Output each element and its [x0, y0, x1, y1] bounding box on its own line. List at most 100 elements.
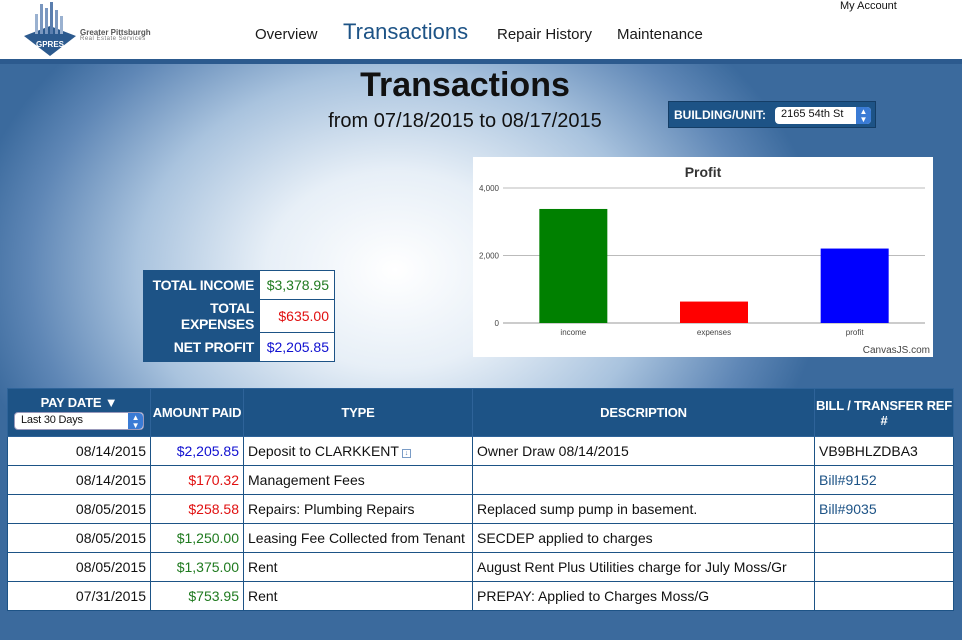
- col-type[interactable]: TYPE: [243, 388, 473, 437]
- row-description: SECDEP applied to charges: [472, 523, 815, 553]
- date-range-value: Last 30 Days: [21, 414, 83, 426]
- row-ref[interactable]: Bill#9152: [814, 465, 954, 495]
- date-range-dropdown[interactable]: Last 30 Days ▲ ▼: [14, 412, 144, 430]
- chart-bar-income[interactable]: [539, 208, 608, 323]
- row-pay-date-text: 08/05/2015: [75, 530, 146, 546]
- updown-arrows-icon: ▲ ▼: [856, 107, 871, 124]
- download-icon[interactable]: ↓: [401, 449, 411, 458]
- row-ref: [814, 523, 954, 553]
- row-description-text: SECDEP applied to charges: [477, 530, 653, 546]
- row-type-text: Repairs: Plumbing Repairs: [248, 501, 415, 517]
- transactions-table: PAY DATE ▼ Last 30 Days ▲ ▼ AMOUNT PAID T…: [7, 388, 954, 611]
- profit-chart-svg: Profit 02,0004,000 income expenses profit …: [479, 164, 930, 356]
- net-profit-row: NET PROFIT $2,205.85: [143, 332, 335, 362]
- chart-ytick-label: 2,000: [479, 252, 500, 261]
- building-unit-dropdown[interactable]: 2165 54th St ▲ ▼: [775, 107, 871, 124]
- row-type-text: Rent: [248, 588, 278, 604]
- row-pay-date: 08/14/2015: [7, 465, 151, 495]
- chart-xtick-label: profit: [846, 328, 865, 337]
- table-row: 08/05/2015 $1,250.00 Leasing Fee Collected…: [7, 523, 954, 553]
- row-type: Rent: [243, 552, 473, 582]
- row-ref-text: VB9BHLZDBA3: [819, 443, 918, 459]
- row-description-text: Owner Draw 08/14/2015: [477, 443, 629, 459]
- row-type: Leasing Fee Collected from Tenant: [243, 523, 473, 553]
- row-amount-paid-text: $170.32: [188, 472, 239, 488]
- col-description[interactable]: DESCRIPTION: [472, 388, 815, 437]
- total-expenses-row: TOTAL EXPENSES $635.00: [143, 299, 335, 333]
- row-amount-paid: $2,205.85: [150, 436, 244, 466]
- row-amount-paid: $170.32: [150, 465, 244, 495]
- total-expenses-value: $635.00: [259, 299, 335, 333]
- net-profit-value: $2,205.85: [259, 332, 335, 362]
- row-ref-text[interactable]: Bill#9035: [819, 501, 877, 517]
- row-type-text: Deposit to CLARKKENT: [248, 443, 399, 459]
- row-description: August Rent Plus Utilities charge for Ju…: [472, 552, 815, 582]
- nav-overview[interactable]: Overview: [255, 26, 318, 43]
- row-description: Replaced sump pump in basement.: [472, 494, 815, 524]
- row-type-text: Rent: [248, 559, 278, 575]
- row-type: Repairs: Plumbing Repairs: [243, 494, 473, 524]
- chart-bar-profit[interactable]: [820, 248, 889, 323]
- nav-maintenance[interactable]: Maintenance: [617, 26, 703, 43]
- row-ref: VB9BHLZDBA3: [814, 436, 954, 466]
- row-description-text: Replaced sump pump in basement.: [477, 501, 698, 517]
- row-pay-date: 08/14/2015: [7, 436, 151, 466]
- row-description: PREPAY: Applied to Charges Moss/G: [472, 581, 815, 611]
- row-pay-date: 08/05/2015: [7, 523, 151, 553]
- totals-summary: TOTAL INCOME $3,378.95 TOTAL EXPENSES $6…: [143, 270, 335, 362]
- row-amount-paid-text: $1,375.00: [176, 559, 239, 575]
- chart-xtick-label: expenses: [697, 328, 731, 337]
- row-description-text: PREPAY: Applied to Charges Moss/G: [477, 588, 710, 604]
- row-amount-paid-text: $1,250.00: [176, 530, 239, 546]
- row-ref-text[interactable]: Bill#9152: [819, 472, 877, 488]
- row-pay-date-text: 07/31/2015: [75, 588, 146, 604]
- row-description-text: August Rent Plus Utilities charge for Ju…: [477, 559, 787, 575]
- chart-title: Profit: [685, 164, 722, 180]
- row-description: [472, 465, 815, 495]
- col-pay-date[interactable]: PAY DATE ▼ Last 30 Days ▲ ▼: [7, 388, 151, 437]
- chart-ytick-label: 0: [495, 319, 500, 328]
- nav-transactions[interactable]: Transactions: [343, 19, 468, 45]
- row-amount-paid: $753.95: [150, 581, 244, 611]
- col-ref[interactable]: BILL / TRANSFER REF #: [814, 388, 954, 437]
- my-account-link[interactable]: My Account: [840, 0, 897, 12]
- row-amount-paid: $258.58: [150, 494, 244, 524]
- row-pay-date-text: 08/14/2015: [75, 472, 146, 488]
- row-amount-paid-text: $2,205.85: [176, 443, 239, 459]
- row-type-text: Management Fees: [248, 472, 365, 488]
- site-header: GPRES Greater Pittsburgh Real Estate Ser…: [0, 0, 962, 60]
- row-pay-date-text: 08/05/2015: [75, 559, 146, 575]
- row-ref[interactable]: Bill#9035: [814, 494, 954, 524]
- building-unit-selector: BUILDING/UNIT: 2165 54th St ▲ ▼: [668, 101, 876, 128]
- row-ref: [814, 581, 954, 611]
- row-amount-paid: $1,250.00: [150, 523, 244, 553]
- total-income-row: TOTAL INCOME $3,378.95: [143, 270, 335, 300]
- table-row: 08/14/2015 $2,205.85 Deposit to CLARKKENT ↓…: [7, 436, 954, 466]
- table-row: 07/31/2015 $753.95 Rent PREPAY: Applied to …: [7, 581, 954, 611]
- row-amount-paid: $1,375.00: [150, 552, 244, 582]
- col-amount-paid[interactable]: AMOUNT PAID: [150, 388, 244, 437]
- net-profit-label: NET PROFIT: [143, 332, 260, 362]
- chart-ytick-label: 4,000: [479, 184, 500, 193]
- header-divider: [0, 59, 962, 64]
- table-row: 08/05/2015 $258.58 Repairs: Plumbing Repai…: [7, 494, 954, 524]
- table-row: 08/05/2015 $1,375.00 Rent August Rent Plus …: [7, 552, 954, 582]
- row-pay-date-text: 08/14/2015: [75, 443, 146, 459]
- row-amount-paid-text: $258.58: [188, 501, 239, 517]
- total-income-label: TOTAL INCOME: [143, 270, 260, 300]
- chart-xtick-label: income: [560, 328, 586, 337]
- building-unit-label: BUILDING/UNIT:: [674, 108, 766, 122]
- row-pay-date: 08/05/2015: [7, 552, 151, 582]
- total-expenses-label: TOTAL EXPENSES: [143, 299, 260, 333]
- col-pay-date-label: PAY DATE ▼: [40, 395, 118, 410]
- row-description: Owner Draw 08/14/2015: [472, 436, 815, 466]
- row-ref: [814, 552, 954, 582]
- building-unit-value: 2165 54th St: [781, 108, 844, 120]
- table-header-row: PAY DATE ▼ Last 30 Days ▲ ▼ AMOUNT PAID T…: [7, 388, 954, 437]
- row-pay-date: 07/31/2015: [7, 581, 151, 611]
- row-type: Deposit to CLARKKENT ↓: [243, 436, 473, 466]
- row-pay-date: 08/05/2015: [7, 494, 151, 524]
- nav-repair-history[interactable]: Repair History: [497, 26, 592, 43]
- row-type: Management Fees: [243, 465, 473, 495]
- chart-bar-expenses[interactable]: [680, 301, 748, 323]
